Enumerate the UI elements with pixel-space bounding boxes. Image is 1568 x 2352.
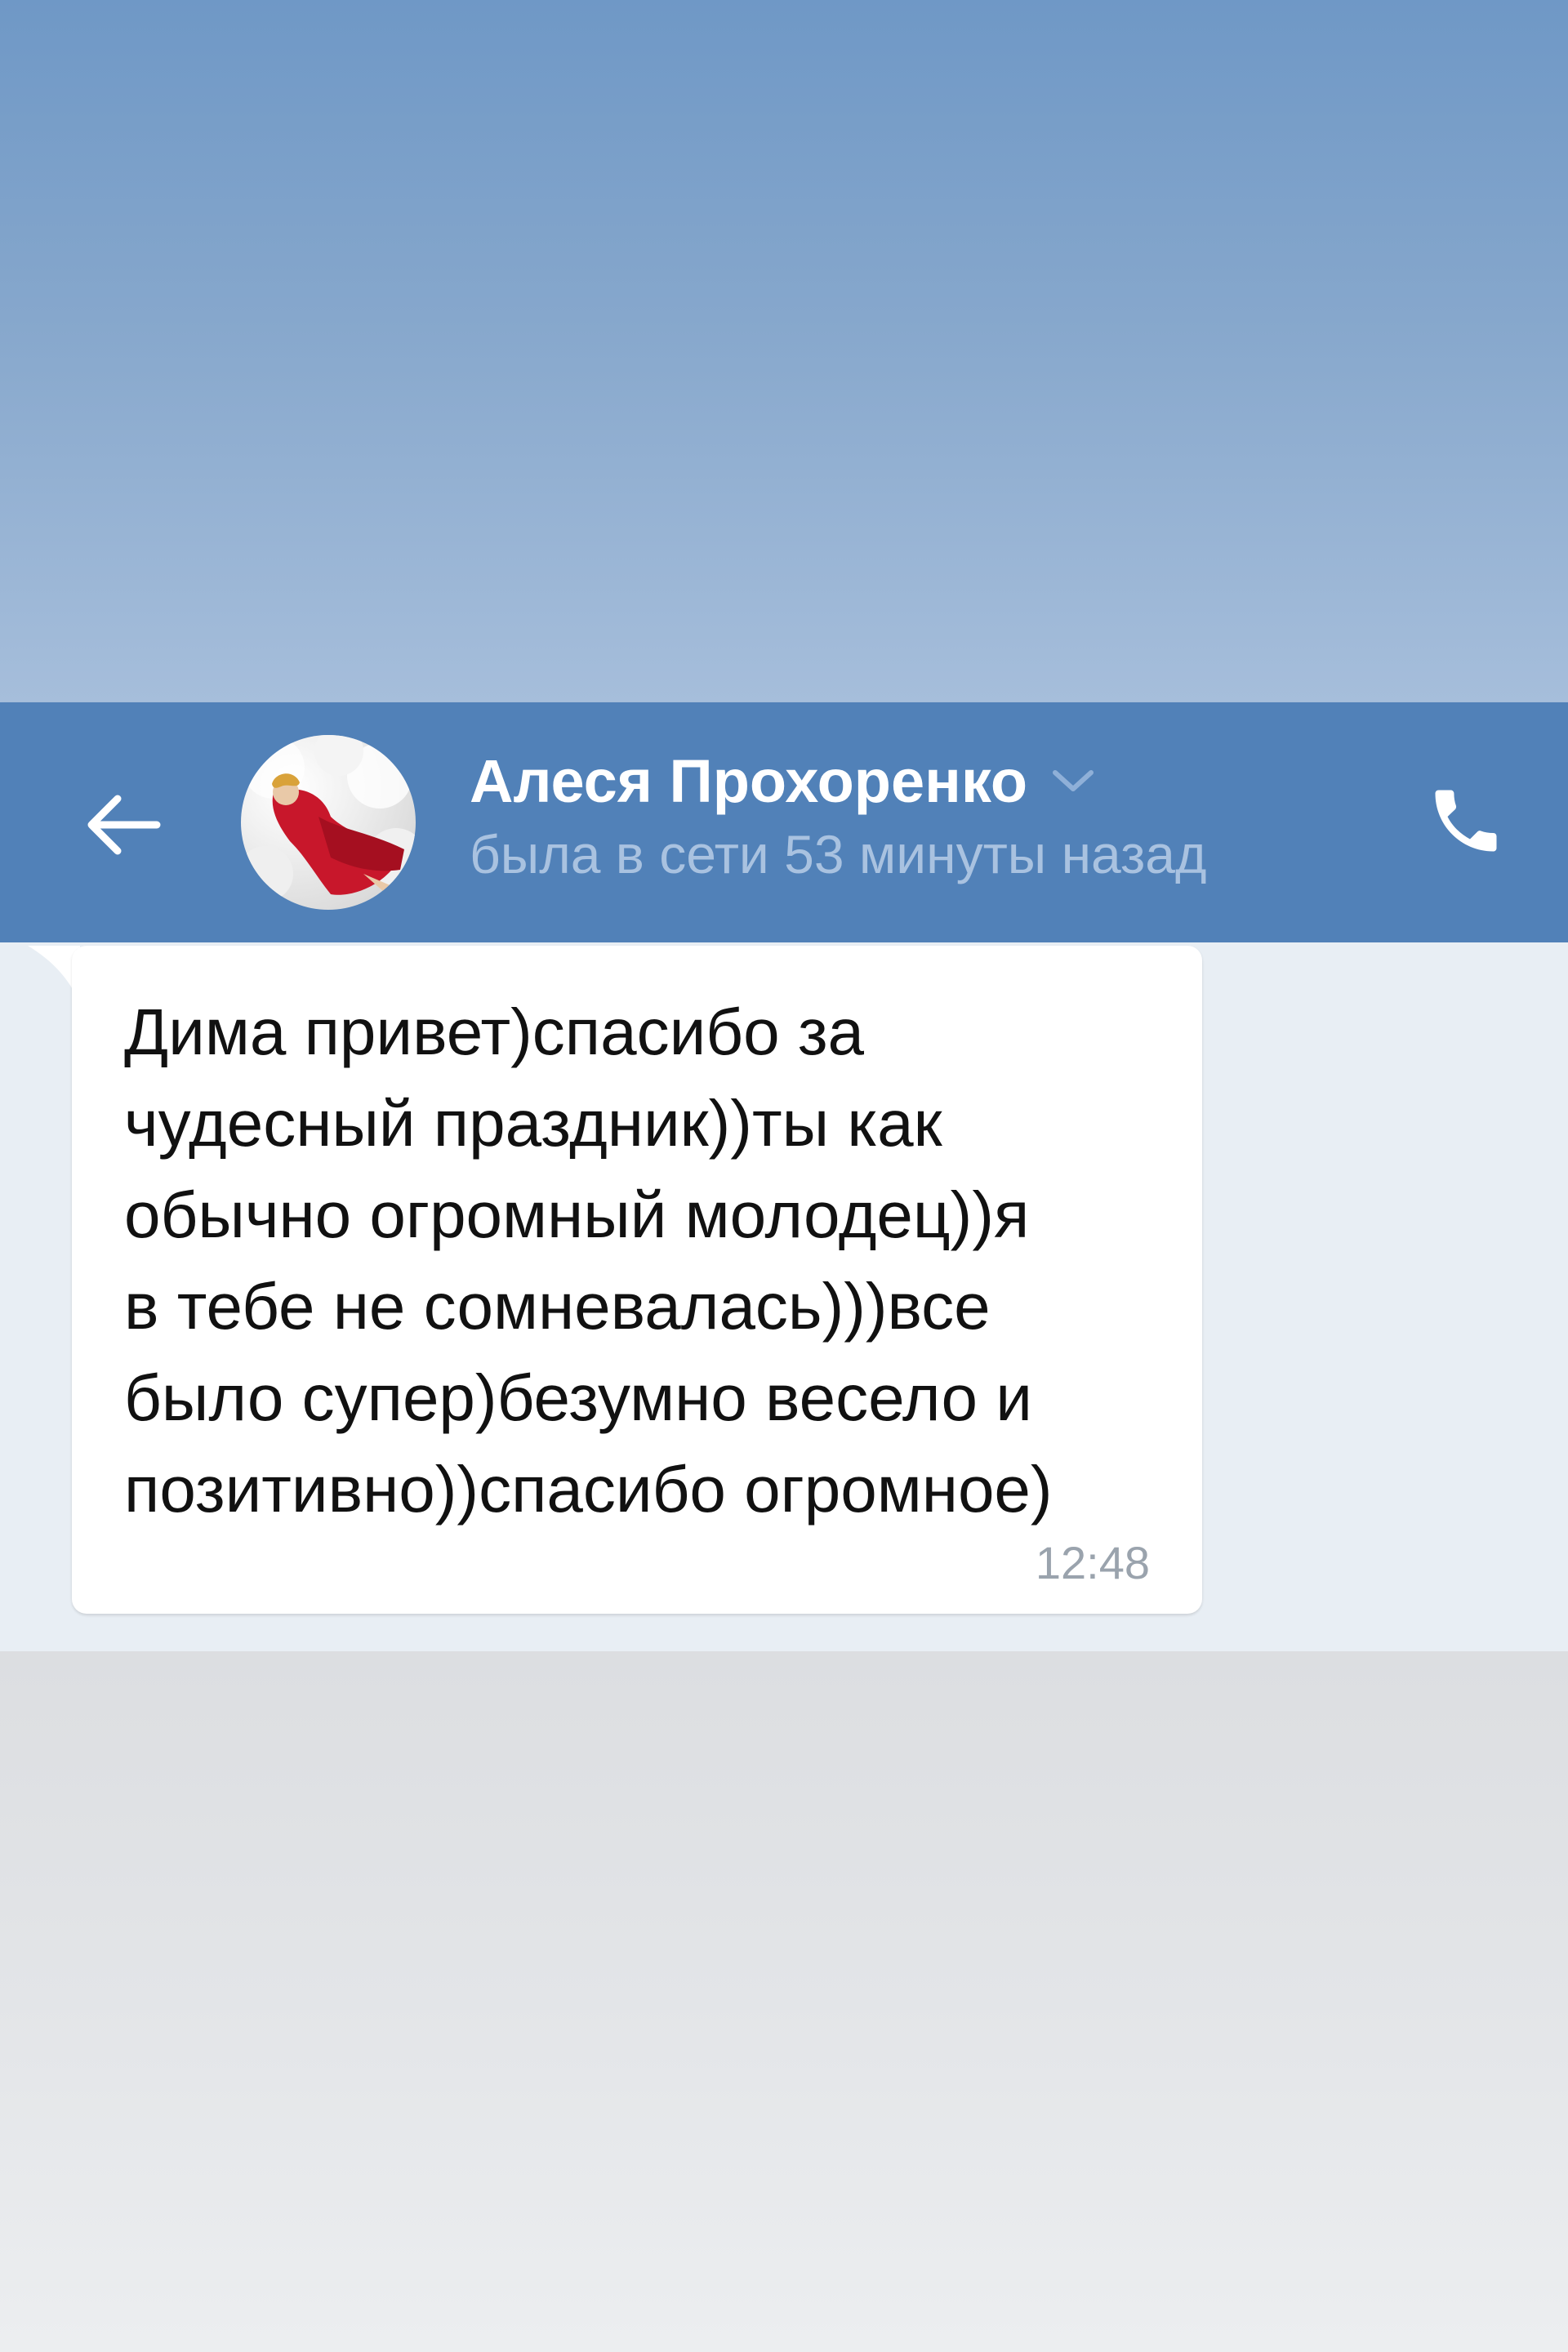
chat-screen: Алеся Прохоренко была в сети 53 минуты н… <box>0 0 1568 2352</box>
empty-area <box>0 1651 1568 2352</box>
online-status: была в сети 53 минуты назад <box>470 824 1207 884</box>
contact-info[interactable]: Алеся Прохоренко была в сети 53 минуты н… <box>470 742 1368 885</box>
avatar[interactable] <box>241 735 416 910</box>
message-list[interactable]: Дима привет)спасибо за чудесный праздник… <box>0 942 1568 1651</box>
contact-name: Алеся Прохоренко <box>470 746 1028 815</box>
blurred-background <box>0 0 1568 704</box>
arrow-left-icon <box>87 795 161 855</box>
phone-icon <box>1435 790 1497 852</box>
chat-header: Алеся Прохоренко была в сети 53 минуты н… <box>0 702 1568 942</box>
back-button[interactable] <box>74 776 172 874</box>
message-time: 12:48 <box>1035 1537 1150 1588</box>
call-button[interactable] <box>1413 768 1519 874</box>
incoming-message[interactable]: Дима привет)спасибо за чудесный праздник… <box>72 946 1202 1614</box>
avatar-photo <box>241 735 416 902</box>
message-text: Дима привет)спасибо за чудесный праздник… <box>124 996 1053 1526</box>
chevron-down-icon[interactable] <box>1050 764 1099 797</box>
title-row: Алеся Прохоренко <box>470 742 1368 820</box>
